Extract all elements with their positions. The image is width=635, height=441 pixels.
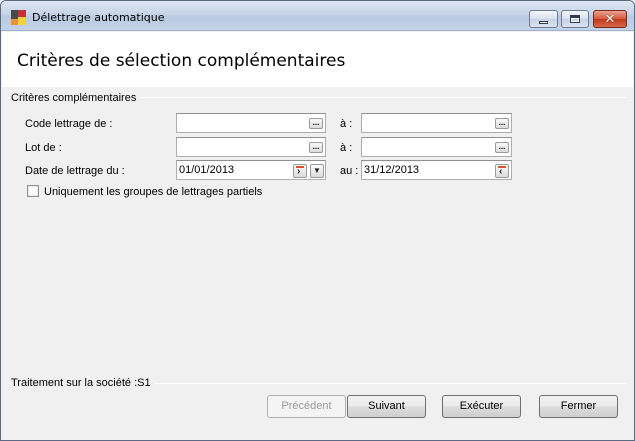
date-to-label: au : [340,165,359,177]
close-button[interactable]: Fermer [539,395,618,418]
date-from-value: 01/01/2013 [179,164,235,176]
partial-groups-label[interactable]: Uniquement les groupes de lettrages part… [44,186,262,198]
company-status: Traitement sur la société :S1 [11,377,154,389]
minimize-button[interactable] [529,10,558,28]
code-lettrage-from-browse-button[interactable]: ... [309,118,323,129]
partial-groups-checkbox[interactable] [27,185,39,197]
lot-to-field[interactable]: ... [361,137,512,157]
next-button[interactable]: Suivant [347,395,426,418]
calendar-back-icon: ‹ [499,166,503,177]
app-icon [11,10,26,25]
code-lettrage-to-field[interactable]: ... [361,113,512,133]
code-lettrage-to-label: à : [340,118,353,130]
date-lettrage-label: Date de lettrage du : [25,165,125,177]
date-from-dropdown-button[interactable]: ▼ [310,164,324,178]
execute-button[interactable]: Exécuter [442,395,521,418]
window-title: Délettrage automatique [32,11,165,24]
code-lettrage-to-browse-button[interactable]: ... [495,118,509,129]
date-to-field[interactable]: 31/12/2013 ‹ [361,160,512,180]
date-to-value: 31/12/2013 [364,164,420,176]
minimize-icon [539,20,548,24]
date-from-calendar-button[interactable]: › [293,164,307,178]
dialog-window: Délettrage automatique ✕ Critères de sél… [0,0,635,441]
lot-from-browse-button[interactable]: ... [309,142,323,153]
date-from-field[interactable]: 01/01/2013 › ▼ [176,160,326,180]
code-lettrage-from-field[interactable]: ... [176,113,326,133]
maximize-icon [570,15,580,23]
page-title: Critères de sélection complémentaires [17,51,346,71]
lot-from-field[interactable]: ... [176,137,326,157]
code-lettrage-label: Code lettrage de : [25,118,113,130]
lot-to-browse-button[interactable]: ... [495,142,509,153]
chevron-down-icon: ▼ [313,166,321,175]
date-to-calendar-button[interactable]: ‹ [495,164,509,178]
criteria-group-legend: Critères complémentaires [11,92,141,104]
lot-label: Lot de : [25,142,62,154]
previous-button[interactable]: Précédent [267,395,346,418]
maximize-button[interactable] [561,10,589,28]
close-icon: ✕ [604,11,616,27]
calendar-forward-icon: › [297,166,301,177]
lot-to-label: à : [340,142,353,154]
close-window-button[interactable]: ✕ [593,10,627,28]
title-bar[interactable]: Délettrage automatique ✕ [1,1,634,31]
